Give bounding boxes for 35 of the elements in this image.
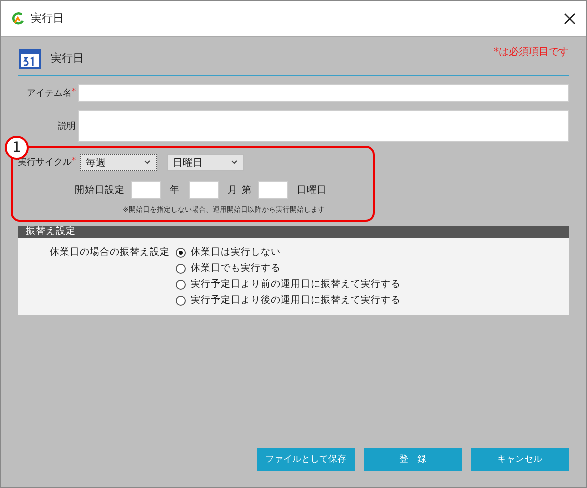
radio-button[interactable] — [176, 280, 186, 290]
app-logo-icon — [11, 12, 25, 26]
field-label: アイテム名 — [27, 88, 72, 100]
required-note: *は必須項目です — [494, 46, 569, 59]
unit-label: 月 — [228, 184, 238, 196]
required-mark: * — [72, 156, 76, 165]
dropdown[interactable]: 毎週 — [80, 154, 157, 171]
section-header: 振替え設定 — [18, 226, 569, 238]
description-field[interactable] — [78, 110, 569, 142]
option-label: 休業日でも実行する — [191, 262, 281, 275]
radio-button[interactable] — [176, 264, 186, 274]
week-number-field[interactable] — [258, 181, 288, 199]
required-mark: * — [72, 86, 76, 96]
radio-option[interactable]: 休業日でも実行する — [176, 262, 401, 275]
item-name-field[interactable] — [78, 84, 569, 102]
option-label: 休業日は実行しない — [191, 246, 281, 259]
field-label: 説明 — [58, 120, 76, 132]
year-field[interactable] — [131, 181, 161, 199]
window-title: 実行日 — [31, 11, 65, 26]
radio-option[interactable]: 休業日は実行しない — [176, 246, 401, 259]
page-title: 実行日 — [51, 51, 85, 66]
month-field[interactable] — [189, 181, 219, 199]
radio-button[interactable] — [176, 296, 186, 306]
close-icon[interactable] — [564, 12, 576, 24]
dropdown[interactable]: 日曜日 — [167, 154, 244, 171]
field-label: 開始日設定 — [75, 184, 126, 196]
caret-icon — [144, 160, 151, 165]
callout-number: 1 — [5, 136, 29, 160]
calendar-icon — [19, 48, 41, 68]
unit-label: 年 — [170, 184, 180, 196]
radio-button[interactable] — [176, 248, 186, 258]
unit-label: 日曜日 — [297, 184, 327, 196]
caret-icon — [231, 160, 238, 165]
field-label: 休業日の場合の振替え設定 — [50, 246, 170, 260]
unit-label: 第 — [242, 184, 252, 196]
